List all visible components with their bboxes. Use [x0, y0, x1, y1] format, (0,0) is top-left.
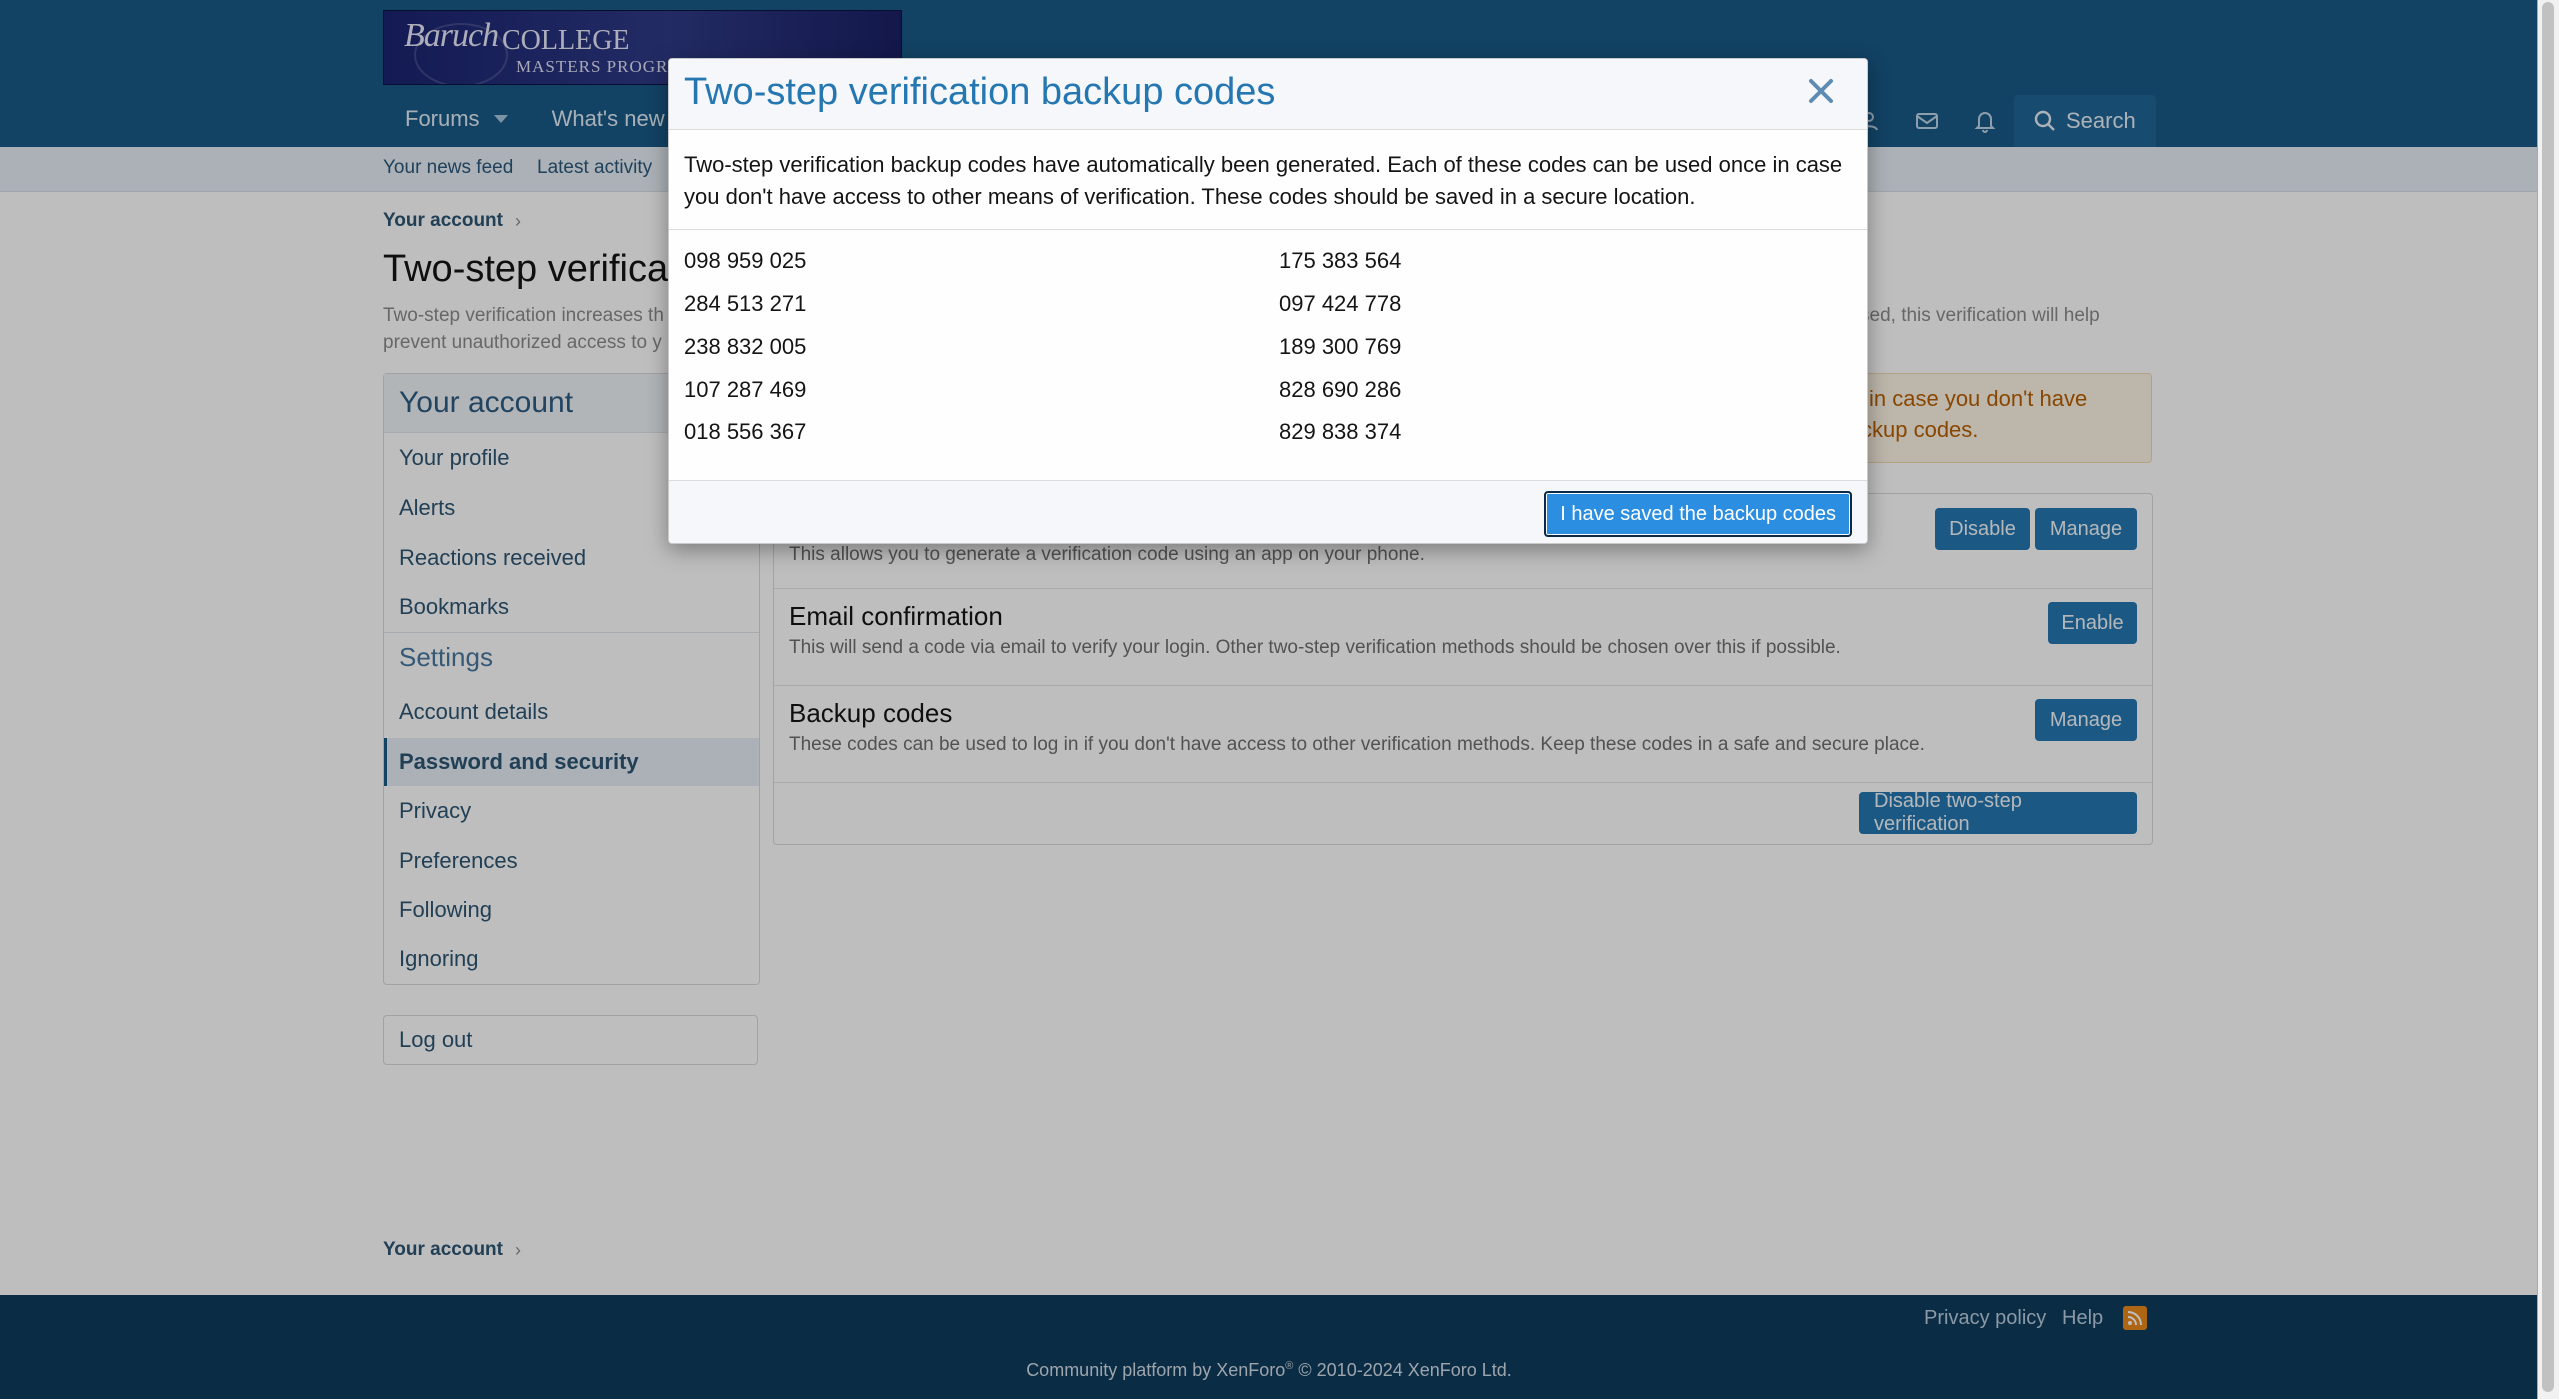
backup-code: 175 383 564 [1279, 248, 1402, 273]
dialog-description: Two-step verification backup codes have … [684, 152, 1843, 209]
backup-code: 018 556 367 [684, 419, 807, 444]
backup-code: 097 424 778 [1279, 291, 1402, 316]
backup-code: 189 300 769 [1279, 334, 1402, 359]
page-scrollbar[interactable] [2537, 0, 2559, 1399]
saved-backup-codes-button[interactable]: I have saved the backup codes [1544, 491, 1852, 537]
backup-code: 107 287 469 [684, 377, 807, 402]
scrollbar-thumb[interactable] [2542, 2, 2554, 1392]
backup-code: 284 513 271 [684, 291, 807, 316]
backup-code: 238 832 005 [684, 334, 807, 359]
backup-code: 098 959 025 [684, 248, 807, 273]
backup-code: 828 690 286 [1279, 377, 1402, 402]
backup-codes-dialog: Two-step verification backup codes Two-s… [668, 58, 1868, 544]
dialog-header: Two-step verification backup codes [669, 59, 1867, 130]
close-icon[interactable] [1797, 67, 1845, 115]
dialog-footer: I have saved the backup codes [669, 480, 1867, 543]
dialog-title: Two-step verification backup codes [684, 71, 1276, 113]
backup-code: 829 838 374 [1279, 419, 1402, 444]
